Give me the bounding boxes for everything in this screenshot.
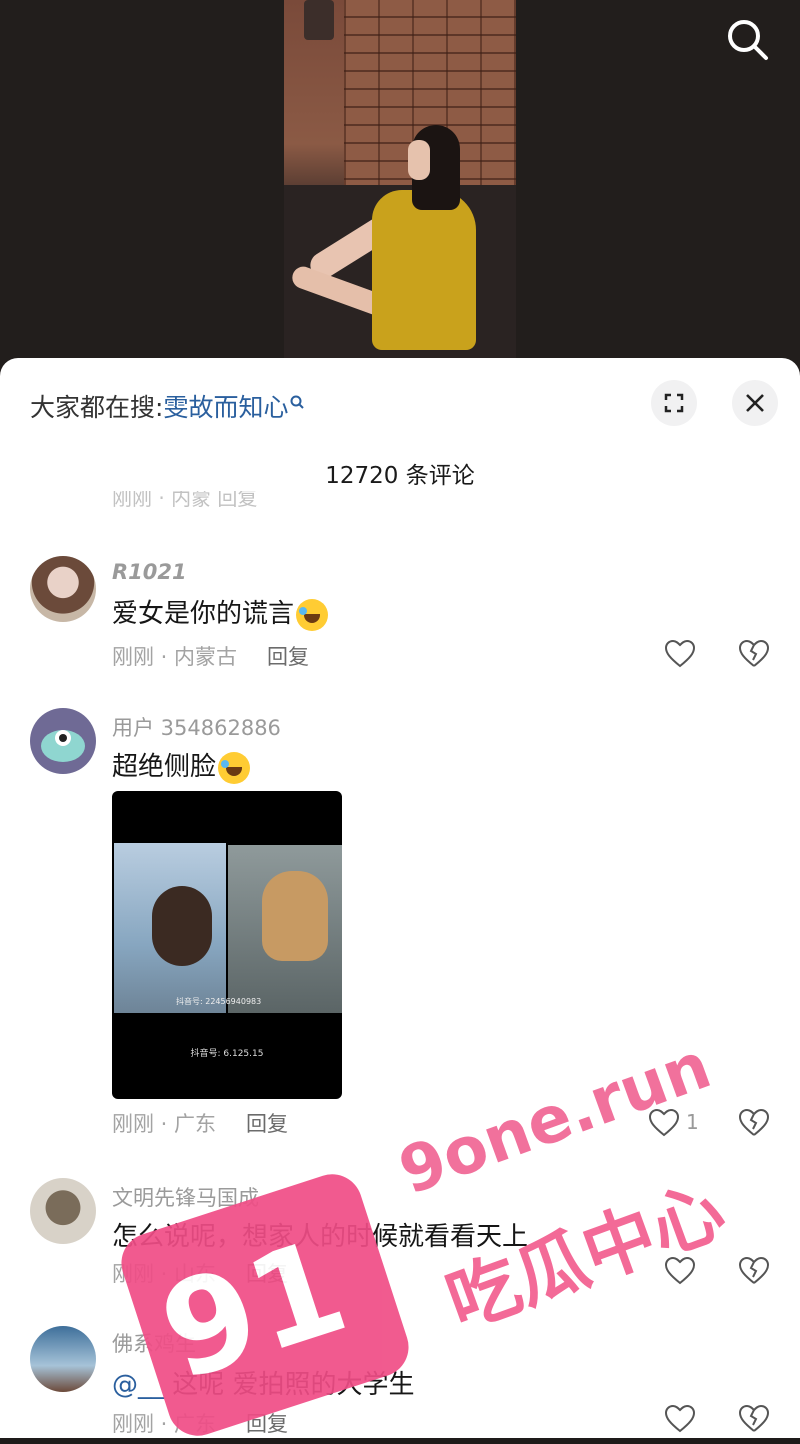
video-player[interactable] bbox=[0, 0, 800, 380]
comment-username[interactable]: 佛系鸡生 bbox=[112, 1328, 196, 1358]
heart-icon[interactable] bbox=[664, 1404, 696, 1434]
heart-icon[interactable] bbox=[648, 1108, 680, 1138]
scrolled-comment-meta: 刚刚 · 内蒙 回复 bbox=[112, 491, 258, 509]
comment-count: 12720 条评论 bbox=[325, 463, 475, 489]
broken-heart-icon[interactable] bbox=[738, 1404, 770, 1434]
comment-time: 刚刚 bbox=[112, 1262, 154, 1286]
reply-button[interactable]: 回复 bbox=[246, 1262, 288, 1286]
mini-search-icon bbox=[290, 388, 305, 417]
expand-icon[interactable] bbox=[651, 380, 697, 426]
comment-image[interactable]: 抖音号: 22456940983 抖音号: 6.125.15 bbox=[112, 791, 342, 1099]
avatar[interactable] bbox=[30, 556, 96, 622]
comment-text: 怎么说呢，想家人的时候就看看天上 bbox=[112, 1222, 529, 1252]
comments-panel: 大家都在搜:雯故而知心 12720 条评论 刚刚 · 内蒙 回复 R1021 爱… bbox=[0, 358, 800, 1438]
mention-link[interactable]: @__ bbox=[112, 1370, 164, 1400]
reply-button[interactable]: 回复 bbox=[267, 645, 309, 669]
video-frame bbox=[284, 0, 516, 360]
comment-username[interactable]: 用户 354862886 bbox=[112, 712, 281, 742]
comment-location: 广东 bbox=[174, 1112, 217, 1136]
heart-icon[interactable] bbox=[664, 1256, 696, 1286]
reply-button[interactable]: 回复 bbox=[246, 1412, 288, 1436]
comment-location: 内蒙古 bbox=[174, 645, 238, 669]
image-watermark-bottom: 抖音号: 6.125.15 bbox=[190, 1049, 264, 1059]
laughing-emoji-icon bbox=[296, 598, 329, 631]
broken-heart-icon[interactable] bbox=[738, 1256, 770, 1286]
like-count: 1 bbox=[686, 1110, 699, 1134]
comment-time: 刚刚 bbox=[112, 1412, 154, 1436]
avatar[interactable] bbox=[30, 1326, 96, 1392]
comment-text: 爱女是你的谎言 bbox=[112, 599, 295, 629]
comment-username[interactable]: R1021 bbox=[112, 560, 187, 584]
search-icon[interactable] bbox=[724, 16, 772, 64]
comment-username[interactable]: 文明先锋马国成 bbox=[112, 1182, 259, 1212]
comment-time: 刚刚 bbox=[112, 645, 154, 669]
comment-text: 这呢 爱拍照的大学生 bbox=[164, 1370, 415, 1400]
avatar[interactable] bbox=[30, 1178, 96, 1244]
reply-button[interactable]: 回复 bbox=[246, 1112, 288, 1136]
close-icon[interactable] bbox=[732, 380, 778, 426]
comment-location: 山东 bbox=[174, 1262, 217, 1286]
broken-heart-icon[interactable] bbox=[738, 639, 770, 669]
hot-search-keyword[interactable]: 雯故而知心 bbox=[163, 393, 288, 422]
comment-text: 超绝侧脸 bbox=[112, 752, 217, 782]
hot-search-bar[interactable]: 大家都在搜:雯故而知心 bbox=[30, 388, 305, 424]
avatar[interactable] bbox=[30, 708, 96, 774]
comment-location: 广东 bbox=[174, 1412, 217, 1436]
laughing-emoji-icon bbox=[218, 751, 251, 784]
hot-search-prefix: 大家都在搜: bbox=[30, 393, 164, 422]
comment-time: 刚刚 bbox=[112, 1112, 154, 1136]
heart-icon[interactable] bbox=[664, 639, 696, 669]
image-watermark-top: 抖音号: 22456940983 bbox=[176, 997, 262, 1006]
broken-heart-icon[interactable] bbox=[738, 1108, 770, 1138]
